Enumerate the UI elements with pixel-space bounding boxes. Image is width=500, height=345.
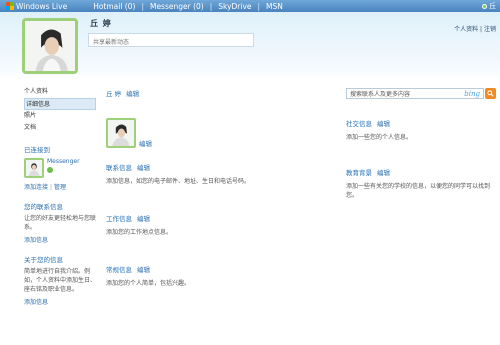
messenger-buddy-icon — [47, 167, 53, 173]
profile-name: 丘 婷 — [90, 19, 112, 28]
nav-item-details[interactable]: 详细信息 — [24, 98, 96, 110]
about-description: 简单地进行自我介绍。例如，个人资料中添加生日、座右铭及职业信息。 — [24, 268, 97, 293]
manage-link[interactable]: 管理 — [54, 184, 66, 191]
work-title: 工作信息 — [106, 215, 132, 223]
profile-avatar[interactable] — [22, 18, 78, 74]
education-title: 教育背景 — [346, 169, 372, 177]
add-contact-info-link[interactable]: 添加信息 — [24, 235, 96, 244]
person-thumb-icon — [26, 160, 42, 176]
windows-live-logo[interactable]: Windows Live — [6, 2, 67, 11]
user-name-short: 丘 — [489, 2, 496, 10]
education-section-title: 教育背景 编辑 — [346, 167, 496, 177]
account-links: 个人资料 | 注销 — [454, 24, 496, 33]
details-main: 丘 婷 编辑 编辑 联系信息 编辑 添加信息，如您的电子邮件、地址、生日和电话号… — [106, 86, 326, 288]
nav-separator: | — [209, 1, 213, 11]
search-icon — [487, 90, 494, 97]
status-input[interactable]: 共享最新动态 — [88, 33, 254, 47]
social-body: 添加一些您的个人信息。 — [346, 134, 413, 141]
add-connection-link[interactable]: 添加连接 — [24, 184, 48, 191]
top-bar: Windows Live Hotmail (0) | Messenger (0)… — [0, 0, 500, 12]
link-separator: | — [50, 184, 53, 191]
contact-info-heading: 您的联系信息 — [24, 203, 63, 211]
work-section-title: 工作信息 编辑 — [106, 213, 326, 223]
person-photo-icon — [108, 120, 134, 146]
work-section: 工作信息 编辑 添加您的工作地点信息。 — [106, 213, 326, 237]
general-title: 常规信息 — [106, 266, 132, 274]
edit-social-link[interactable]: 编辑 — [377, 118, 390, 128]
search-button[interactable] — [485, 88, 496, 99]
contact-section-title: 联系信息 编辑 — [106, 162, 326, 172]
general-section: 常规信息 编辑 添加您的个人简单，包括兴趣。 — [106, 264, 326, 288]
add-about-info-link[interactable]: 添加信息 — [24, 297, 96, 306]
nav-msn[interactable]: MSN — [266, 2, 283, 11]
edit-contact-link[interactable]: 编辑 — [137, 162, 150, 172]
nav-separator: | — [141, 1, 144, 11]
name-title: 丘 婷 — [106, 90, 122, 98]
user-status[interactable]: 丘 — [482, 0, 496, 12]
nav-hotmail[interactable]: Hotmail (0) — [93, 2, 135, 11]
education-section: 教育背景 编辑 添加一些有关您的学校的信息，以便您的同学可以找到您。 — [346, 167, 496, 200]
top-nav: Hotmail (0) | Messenger (0) | SkyDrive |… — [93, 2, 283, 11]
nav-item-photos[interactable]: 照片 — [24, 110, 96, 122]
edit-general-link[interactable]: 编辑 — [137, 264, 150, 274]
general-section-title: 常规信息 编辑 — [106, 264, 326, 274]
edit-work-link[interactable]: 编辑 — [137, 213, 150, 223]
nav-item-documents[interactable]: 文档 — [24, 122, 96, 134]
nav-messenger[interactable]: Messenger (0) — [150, 2, 204, 11]
person-photo-icon — [25, 21, 75, 71]
logo-text: Windows Live — [16, 1, 68, 11]
connected-service: Messenger — [24, 158, 96, 178]
messenger-link[interactable]: Messenger — [47, 158, 80, 165]
nav-skydrive[interactable]: SkyDrive — [218, 2, 251, 11]
social-section: 社交信息 编辑 添加一些您的个人信息。 — [346, 118, 496, 142]
left-nav: 个人资料 详细信息 照片 文档 已连接到 Messenger 添加连接 | 管理 您… — [24, 86, 96, 306]
windows-flag-icon — [6, 2, 14, 10]
nav-item-profile[interactable]: 个人资料 — [24, 86, 96, 98]
social-section-title: 社交信息 编辑 — [346, 118, 496, 128]
contact-section: 联系信息 编辑 添加信息，如您的电子邮件、地址、生日和电话号码。 — [106, 162, 326, 186]
connection-links: 添加连接 | 管理 — [24, 182, 96, 191]
education-body: 添加一些有关您的学校的信息，以便您的同学可以找到您。 — [346, 183, 491, 199]
work-body: 添加您的工作地点信息。 — [106, 229, 173, 236]
connected-heading: 已连接到 — [24, 146, 50, 154]
search-input[interactable]: 搜索联系人及更多内容 bing — [346, 88, 484, 99]
signout-link[interactable]: 注销 — [484, 26, 496, 33]
messenger-avatar[interactable] — [24, 158, 44, 178]
edit-name-link[interactable]: 编辑 — [126, 88, 139, 98]
profile-link[interactable]: 个人资料 — [454, 26, 478, 33]
contact-title: 联系信息 — [106, 164, 132, 172]
nav-separator: | — [257, 1, 261, 11]
about-heading: 关于您的信息 — [24, 256, 63, 264]
name-section-title: 丘 婷 编辑 — [106, 88, 326, 98]
edit-photo-link[interactable]: 编辑 — [139, 138, 152, 148]
contact-body: 添加信息，如您的电子邮件、地址、生日和电话号码。 — [106, 178, 251, 185]
bing-logo: bing — [464, 89, 480, 98]
search-placeholder: 搜索联系人及更多内容 — [350, 91, 411, 98]
profile-photo-thumb[interactable] — [106, 118, 136, 148]
photo-block: 编辑 — [106, 118, 326, 148]
contact-info-description: 让您的好友更轻松地与您联系。 — [24, 215, 97, 231]
online-status-icon — [482, 3, 487, 9]
general-body: 添加您的个人简单，包括兴趣。 — [106, 280, 191, 287]
social-title: 社交信息 — [346, 120, 372, 128]
edit-education-link[interactable]: 编辑 — [377, 167, 390, 177]
